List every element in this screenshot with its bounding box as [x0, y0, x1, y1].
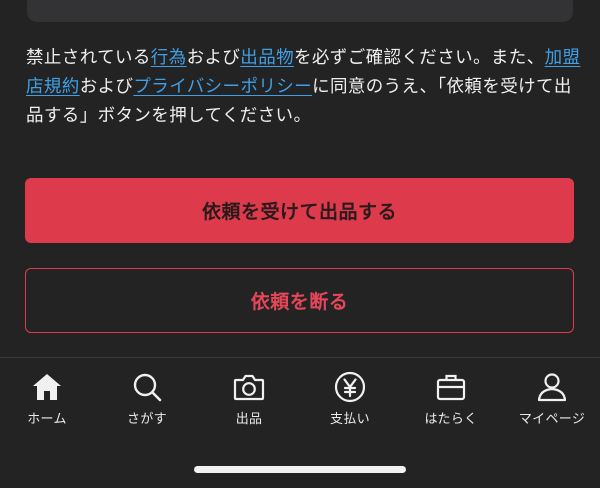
- tab-search[interactable]: さがす: [97, 370, 197, 428]
- camera-icon: [233, 374, 265, 401]
- notice-text: を必ずご確認ください。また、: [294, 48, 545, 68]
- search-icon: [133, 373, 162, 402]
- tab-work[interactable]: はたらく: [401, 370, 501, 428]
- tab-sell[interactable]: 出品: [199, 370, 299, 428]
- tab-home-label: ホーム: [27, 412, 67, 427]
- link-prohibited-acts[interactable]: 行為: [151, 48, 187, 68]
- tab-mypage-label: マイページ: [518, 412, 586, 427]
- link-privacy-policy[interactable]: プライバシーポリシー: [133, 77, 312, 97]
- top-panel: [27, 0, 573, 22]
- briefcase-icon: [436, 374, 466, 401]
- home-indicator[interactable]: [194, 466, 406, 473]
- tab-payment[interactable]: 支払い: [300, 370, 400, 428]
- decline-request-label: 依頼を断る: [250, 291, 349, 313]
- notice-text: 禁止されている: [26, 48, 151, 68]
- link-prohibited-items[interactable]: 出品物: [240, 48, 294, 68]
- decline-request-button[interactable]: 依頼を断る: [25, 268, 574, 333]
- yen-icon: [334, 371, 366, 403]
- notice-text: および: [79, 77, 134, 97]
- tab-work-label: はたらく: [424, 412, 478, 427]
- notice-text: および: [186, 48, 241, 68]
- tab-search-label: さがす: [127, 412, 167, 427]
- tab-payment-label: 支払い: [330, 412, 370, 427]
- tab-home[interactable]: ホーム: [0, 370, 97, 428]
- accept-and-list-label: 依頼を受けて出品する: [201, 201, 397, 223]
- person-icon: [537, 373, 567, 402]
- consent-notice: 禁止されている行為および出品物を必ずご確認ください。また、加盟店規約およびプライ…: [26, 44, 586, 131]
- accept-and-list-button[interactable]: 依頼を受けて出品する: [25, 178, 574, 243]
- tab-sell-label: 出品: [235, 412, 263, 427]
- tab-mypage[interactable]: マイページ: [502, 370, 600, 428]
- home-icon: [33, 374, 61, 400]
